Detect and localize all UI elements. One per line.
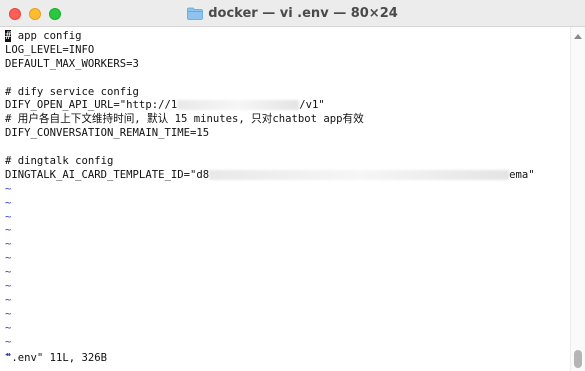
empty-line-tilde: ~ bbox=[5, 238, 12, 251]
folder-icon bbox=[187, 7, 204, 20]
scroll-thumb[interactable] bbox=[574, 350, 582, 368]
line-text: # 用户各自上下文维持时间, 默认 15 minutes, 只对chatbot … bbox=[5, 113, 364, 126]
line-text: DIFY_OPEN_API_URL="http://1 bbox=[5, 99, 178, 112]
line-text: DIFY_CONVERSATION_REMAIN_TIME=15 bbox=[5, 127, 210, 140]
empty-line-tilde: ~ bbox=[5, 335, 12, 348]
empty-line-tilde: ~ bbox=[5, 293, 12, 306]
buffer-lines: # app config LOG_LEVEL=INFO DEFAULT_MAX_WO… bbox=[5, 30, 570, 363]
line-text-tail: /v1" bbox=[299, 99, 325, 112]
vertical-scrollbar[interactable] bbox=[570, 27, 585, 371]
empty-line-tilde: ~ bbox=[5, 224, 12, 237]
window-title: docker — vi .env — 80×24 bbox=[208, 6, 398, 21]
buffer-line: # dingtalk config bbox=[5, 155, 570, 169]
buffer-line: # 用户各自上下文维持时间, 默认 15 minutes, 只对chatbot … bbox=[5, 113, 570, 127]
buffer-line: DIFY_OPEN_API_URL="http://1/v1" bbox=[5, 99, 570, 113]
line-text: # dingtalk config bbox=[5, 155, 114, 168]
line-text-tail: ema" bbox=[509, 168, 535, 181]
empty-line-tilde: ~ bbox=[5, 266, 12, 279]
buffer-line: DEFAULT_MAX_WORKERS=3 bbox=[5, 58, 570, 72]
buffer-line: DIFY_CONVERSATION_REMAIN_TIME=15 bbox=[5, 127, 570, 141]
buffer-line: DINGTALK_AI_CARD_TEMPLATE_ID="d8 ema" bbox=[5, 169, 570, 183]
buffer-line: # app config bbox=[5, 30, 570, 44]
line-text: DEFAULT_MAX_WORKERS=3 bbox=[5, 57, 139, 70]
line-text: DINGTALK_AI_CARD_TEMPLATE_ID="d8 bbox=[5, 168, 210, 181]
buffer-line bbox=[5, 141, 570, 155]
vi-status-line: ".env" 11L, 326B bbox=[5, 352, 108, 364]
window-title-group: docker — vi .env — 80×24 bbox=[0, 0, 585, 27]
empty-line-tilde: ~ bbox=[5, 321, 12, 334]
terminal-window: docker — vi .env — 80×24 # app config LOG… bbox=[0, 0, 585, 371]
buffer-line: LOG_LEVEL=INFO bbox=[5, 44, 570, 58]
buffer-line: # dify service config bbox=[5, 86, 570, 100]
buffer-line bbox=[5, 72, 570, 86]
line-text: LOG_LEVEL=INFO bbox=[5, 43, 95, 56]
line-text: app config bbox=[11, 30, 82, 42]
redacted-region bbox=[209, 169, 510, 180]
vi-editor-buffer[interactable]: # app config LOG_LEVEL=INFO DEFAULT_MAX_WO… bbox=[0, 27, 570, 371]
empty-line-tilde: ~ bbox=[5, 307, 12, 320]
empty-line-tilde: ~ bbox=[5, 196, 12, 209]
empty-line-tilde: ~ bbox=[5, 252, 12, 265]
line-text: # dify service config bbox=[5, 85, 139, 98]
redacted-region bbox=[177, 100, 300, 111]
empty-line-tilde: ~ bbox=[5, 182, 12, 195]
empty-line-tilde: ~ bbox=[5, 210, 12, 223]
empty-line-tilde: ~ bbox=[5, 280, 12, 293]
title-bar[interactable]: docker — vi .env — 80×24 bbox=[0, 0, 585, 27]
scroll-up-arrow-icon[interactable] bbox=[574, 34, 582, 39]
